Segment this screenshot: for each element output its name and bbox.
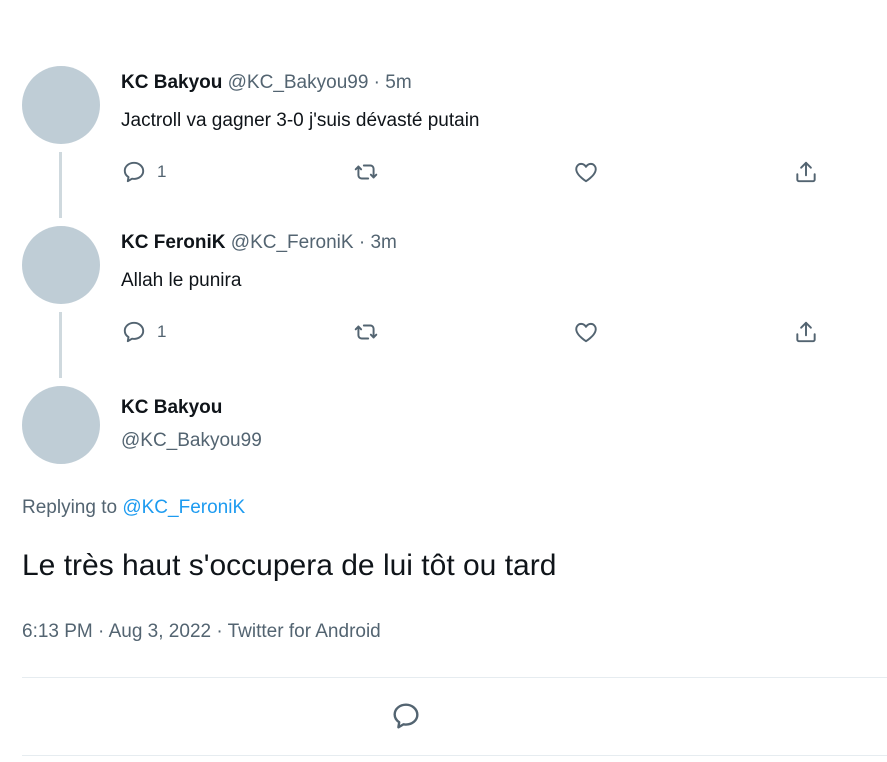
divider <box>22 755 887 756</box>
handle-and-time[interactable]: @KC_FeroniK · 3m <box>231 232 397 253</box>
heart-icon <box>575 322 597 343</box>
tweet-text: Jactroll va gagner 3-0 j'suis dévasté pu… <box>121 110 480 131</box>
share-icon <box>796 161 816 183</box>
share-button[interactable] <box>793 317 819 347</box>
reply-icon <box>393 703 419 729</box>
avatar[interactable] <box>22 66 100 144</box>
main-tweet-text: Le très haut s'occupera de lui tôt ou ta… <box>22 549 557 582</box>
heart-icon <box>575 162 597 183</box>
reply-button[interactable]: 1 <box>121 157 166 187</box>
reply-count: 1 <box>157 322 167 341</box>
replying-to: Replying to @KC_FeroniK <box>22 497 245 519</box>
tweet-source[interactable]: Twitter for Android <box>228 621 381 642</box>
divider <box>22 677 887 678</box>
replying-to-label: Replying to <box>22 497 118 518</box>
tweet-actions: 1 <box>121 157 831 187</box>
main-handle[interactable]: @KC_Bakyou99 <box>121 430 262 452</box>
tweet-actions: 1 <box>121 317 831 347</box>
tweet-header: KC Bakyou @KC_Bakyou99 · 5m <box>121 72 412 94</box>
reply-icon <box>123 161 145 183</box>
display-name[interactable]: KC Bakyou <box>121 72 222 93</box>
display-name[interactable]: KC FeroniK <box>121 232 226 253</box>
thread-connector-line <box>59 312 62 378</box>
share-icon <box>796 321 816 343</box>
reply-button[interactable]: 1 <box>121 317 166 347</box>
main-display-name[interactable]: KC Bakyou <box>121 397 222 419</box>
handle-and-time[interactable]: @KC_Bakyou99 · 5m <box>228 72 412 93</box>
tweet-timestamp: 6:13 PM · Aug 3, 2022 · Twitter for Andr… <box>22 621 381 643</box>
tweet-text: Allah le punira <box>121 270 242 291</box>
avatar[interactable] <box>22 386 100 464</box>
tweet-header: KC FeroniK @KC_FeroniK · 3m <box>121 232 397 254</box>
like-button[interactable] <box>573 157 599 187</box>
share-button[interactable] <box>793 157 819 187</box>
avatar[interactable] <box>22 226 100 304</box>
replying-to-mention[interactable]: @KC_FeroniK <box>122 497 245 518</box>
retweet-icon <box>354 324 378 340</box>
like-button[interactable] <box>573 317 599 347</box>
reply-count: 1 <box>157 162 167 181</box>
thread-connector-line <box>59 152 62 218</box>
retweet-button[interactable] <box>353 317 379 347</box>
tweet-thread: KC Bakyou @KC_Bakyou99 · 5m Jactroll va … <box>0 0 887 762</box>
tweet-time-date[interactable]: 6:13 PM · Aug 3, 2022 · <box>22 621 228 642</box>
retweet-icon <box>354 164 378 180</box>
retweet-button[interactable] <box>353 157 379 187</box>
main-reply-button[interactable] <box>390 700 422 732</box>
reply-icon <box>123 321 145 343</box>
